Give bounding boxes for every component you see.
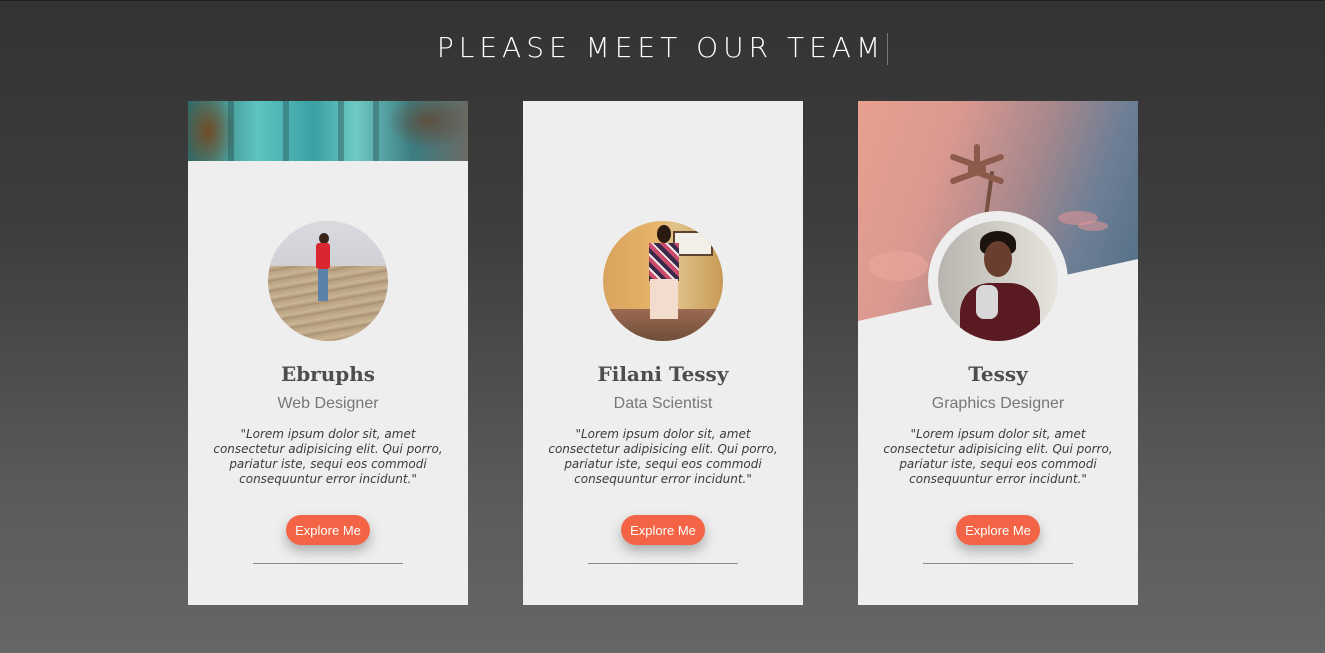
avatar xyxy=(603,221,723,341)
member-role: Graphics Designer xyxy=(931,395,1065,412)
member-name: Filani Tessy xyxy=(597,362,729,386)
member-name: Tessy xyxy=(968,362,1028,386)
team-card-ebruphs: Ebruphs Web Designer "Lorem ipsum dolor … xyxy=(188,101,468,605)
page-title-text: PLEASE MEET OUR TEAM xyxy=(436,31,886,64)
member-quote: "Lorem ipsum dolor sit, amet consectetur… xyxy=(548,427,778,486)
member-quote: "Lorem ipsum dolor sit, amet consectetur… xyxy=(213,427,443,486)
member-name: Ebruphs xyxy=(280,362,376,386)
member-quote: "Lorem ipsum dolor sit, amet consectetur… xyxy=(883,427,1113,486)
team-card-filani-tessy: Filani Tessy Data Scientist "Lorem ipsum… xyxy=(523,101,803,605)
member-role: Web Designer xyxy=(277,395,379,412)
team-card-tessy: Tessy Graphics Designer "Lorem ipsum dol… xyxy=(858,101,1138,605)
avatar xyxy=(938,221,1058,341)
card-banner-image xyxy=(188,101,468,161)
divider xyxy=(923,563,1073,564)
explore-me-button[interactable]: Explore Me xyxy=(286,515,370,545)
avatar xyxy=(268,221,388,341)
page-title: PLEASE MEET OUR TEAM xyxy=(0,31,1325,65)
member-role: Data Scientist xyxy=(613,395,713,412)
explore-me-button[interactable]: Explore Me xyxy=(621,515,705,545)
text-cursor xyxy=(887,33,889,65)
divider xyxy=(253,563,403,564)
divider xyxy=(588,563,738,564)
explore-me-button[interactable]: Explore Me xyxy=(956,515,1040,545)
